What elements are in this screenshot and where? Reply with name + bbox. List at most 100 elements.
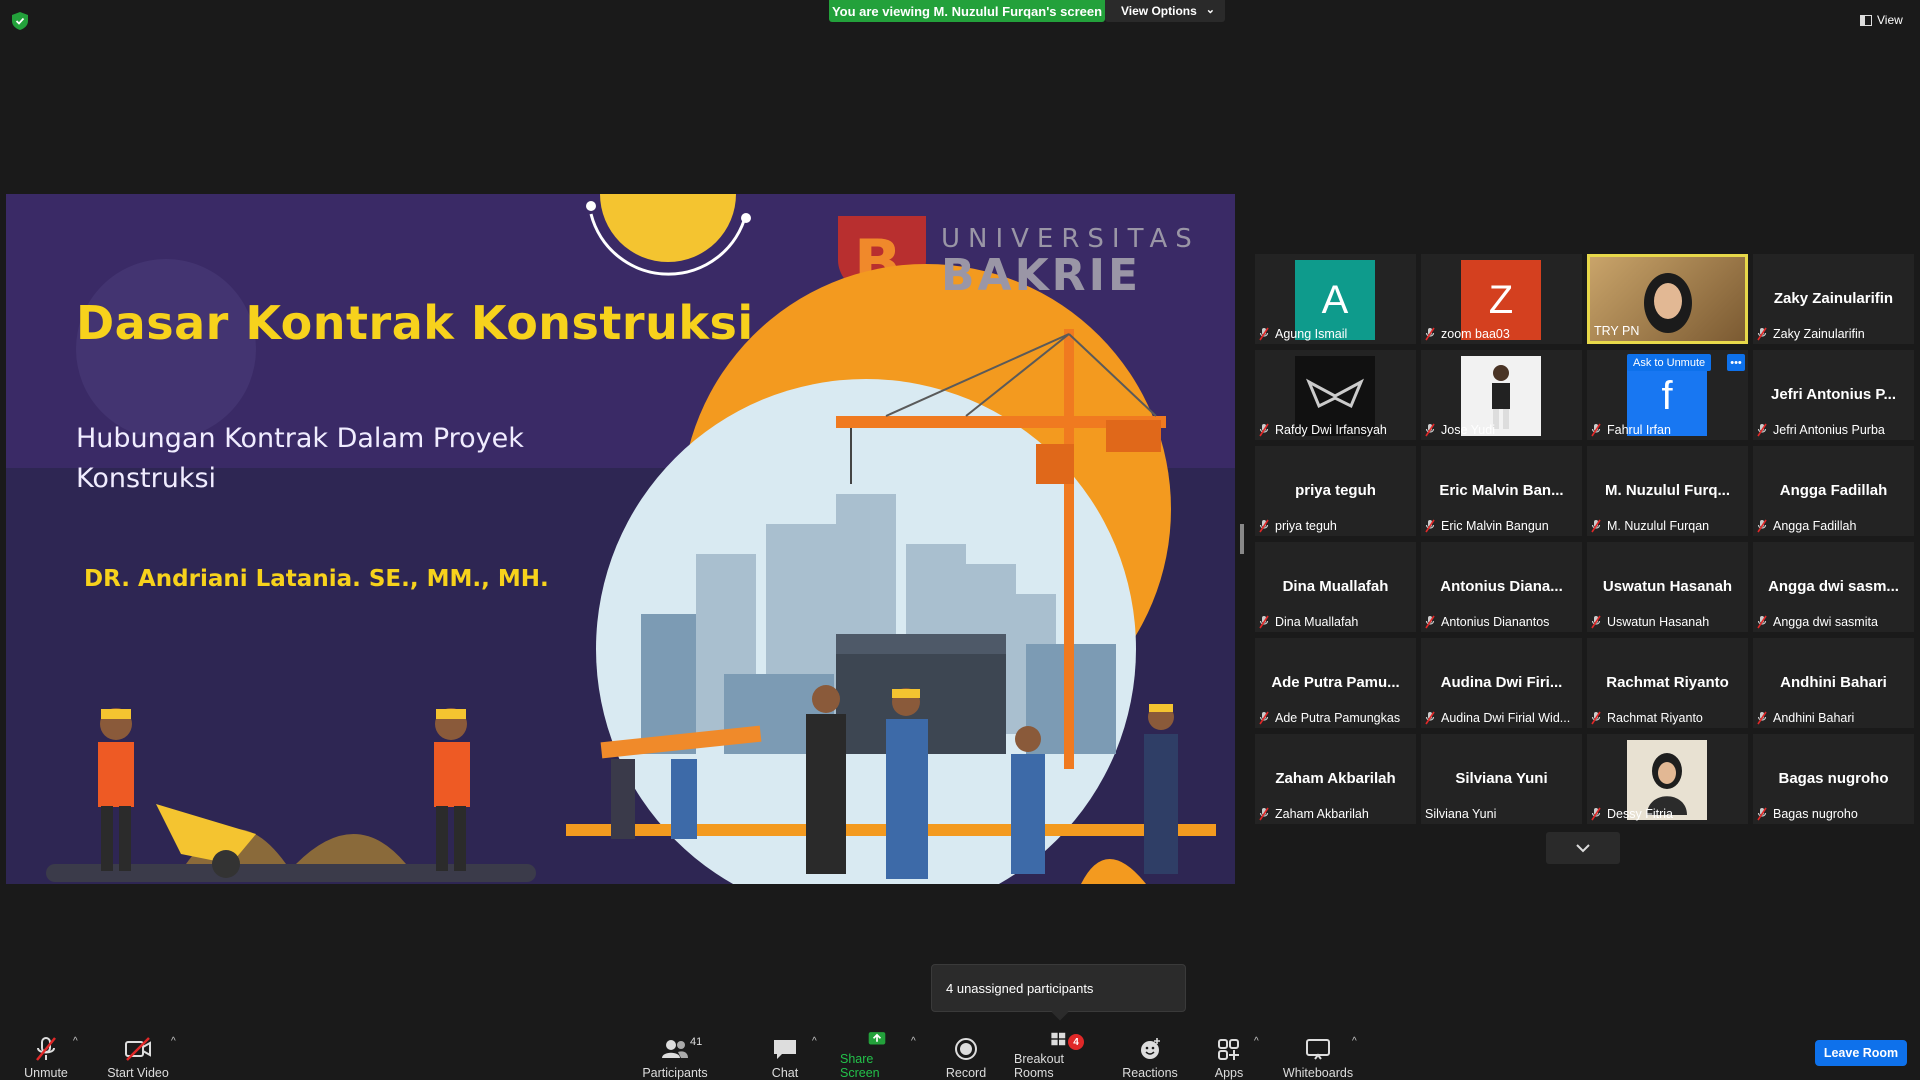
participant-tile[interactable]: Silviana Yuni Silviana Yuni [1421, 734, 1582, 824]
participant-tile[interactable]: Antonius Diana... Antonius Dianantos [1421, 542, 1582, 632]
split-resize-handle[interactable] [1240, 524, 1244, 554]
participant-tile[interactable]: Jefri Antonius P... Jefri Antonius Purba [1753, 350, 1914, 440]
more-options-icon[interactable]: ••• [1727, 354, 1745, 371]
participant-display-name: priya teguh [1295, 482, 1376, 499]
share-options-caret-icon[interactable]: ^ [911, 1036, 916, 1047]
video-options-caret-icon[interactable]: ^ [171, 1036, 176, 1047]
viewing-screen-banner: You are viewing M. Nuzulul Furqan's scre… [829, 0, 1105, 22]
participant-name: Silviana Yuni [1425, 807, 1497, 821]
view-button[interactable]: View [1860, 10, 1910, 30]
muted-mic-icon [1757, 327, 1767, 341]
shared-screen[interactable]: B UNIVERSITAS BAKRIE Dasar Kontrak Konst… [6, 194, 1235, 884]
unassigned-participants-tooltip: 4 unassigned participants [931, 964, 1186, 1021]
participant-display-name: Andhini Bahari [1780, 674, 1887, 691]
ask-to-unmute-button[interactable]: Ask to Unmute [1627, 354, 1712, 371]
muted-mic-icon [1591, 615, 1601, 629]
crane-tower [1064, 329, 1074, 769]
participant-display-name: Audina Dwi Firi... [1440, 674, 1563, 691]
muted-mic-icon [1757, 519, 1767, 533]
participant-name: TRY PN [1594, 324, 1640, 338]
participant-display-name: Silviana Yuni [1455, 770, 1548, 787]
breakout-rooms-button[interactable]: Breakout Rooms [1014, 1030, 1104, 1080]
muted-mic-icon [1591, 519, 1601, 533]
participant-tile[interactable]: Angga Fadillah Angga Fadillah [1753, 446, 1914, 536]
unassigned-text: 4 unassigned participants [946, 980, 1094, 996]
participant-tile[interactable]: Dessy Fitria [1587, 734, 1748, 824]
participant-name-label: Rafdy Dwi Irfansyah [1259, 421, 1387, 439]
participant-name-label: Angga Fadillah [1757, 517, 1856, 535]
chevron-down-icon [1576, 844, 1590, 853]
participant-name: Fahrul Irfan [1607, 423, 1671, 437]
participant-name: Rafdy Dwi Irfansyah [1275, 423, 1387, 437]
apps-options-caret-icon[interactable]: ^ [1254, 1036, 1259, 1047]
participant-tile[interactable]: A Agung Ismail [1255, 254, 1416, 344]
muted-mic-icon [1591, 807, 1601, 821]
record-button[interactable]: Record [946, 1030, 986, 1080]
video-off-icon [125, 1037, 151, 1061]
participant-tile[interactable]: Ade Putra Pamu... Ade Putra Pamungkas [1255, 638, 1416, 728]
reactions-icon [1141, 1038, 1160, 1059]
participant-tile[interactable]: Zaham Akbarilah Zaham Akbarilah [1255, 734, 1416, 824]
chat-button[interactable]: Chat [770, 1030, 800, 1080]
participant-name: Angga dwi sasmita [1773, 615, 1878, 629]
participant-tile[interactable]: Andhini Bahari Andhini Bahari [1753, 638, 1914, 728]
security-shield-icon[interactable] [12, 12, 28, 30]
participant-tile[interactable]: Bagas nugroho Bagas nugroho [1753, 734, 1914, 824]
audio-options-caret-icon[interactable]: ^ [73, 1036, 78, 1047]
participant-name-label: Agung Ismail [1259, 325, 1347, 343]
participant-tile[interactable]: Rachmat Riyanto Rachmat Riyanto [1587, 638, 1748, 728]
participant-name: Eric Malvin Bangun [1441, 519, 1549, 533]
participant-tile[interactable]: Audina Dwi Firi... Audina Dwi Firial Wid.… [1421, 638, 1582, 728]
unmute-button[interactable]: Unmute [18, 1030, 74, 1080]
apps-label: Apps [1214, 1066, 1244, 1080]
participant-tile[interactable]: f Ask to Unmute ••• Fahrul Irfan [1587, 350, 1748, 440]
participant-tile[interactable]: Dina Muallafah Dina Muallafah [1255, 542, 1416, 632]
participant-name-label: Dina Muallafah [1259, 613, 1358, 631]
chat-label: Chat [771, 1066, 799, 1080]
participant-display-name: Rachmat Riyanto [1606, 674, 1729, 691]
participant-tile[interactable]: M. Nuzulul Furq... M. Nuzulul Furqan [1587, 446, 1748, 536]
participant-name-label: Rachmat Riyanto [1591, 709, 1703, 727]
view-options-dropdown[interactable]: View Options ⌄ [1105, 0, 1225, 22]
leave-room-button[interactable]: Leave Room [1815, 1040, 1907, 1066]
participant-display-name: Eric Malvin Ban... [1439, 482, 1564, 499]
participant-tile[interactable]: priya teguh priya teguh [1255, 446, 1416, 536]
share-screen-button[interactable]: Share Screen [840, 1030, 914, 1080]
apps-button[interactable]: Apps [1212, 1030, 1246, 1080]
participant-display-name: Angga dwi sasm... [1768, 578, 1899, 595]
participant-name-label: Silviana Yuni [1425, 805, 1496, 823]
muted-mic-icon [1425, 615, 1435, 629]
gallery-next-page-button[interactable] [1546, 832, 1620, 864]
start-video-button[interactable]: Start Video [104, 1030, 172, 1080]
chat-options-caret-icon[interactable]: ^ [812, 1036, 817, 1047]
participant-display-name: Zaham Akbarilah [1275, 770, 1396, 787]
participant-name-label: Angga dwi sasmita [1757, 613, 1878, 631]
participant-tile[interactable]: Eric Malvin Ban... Eric Malvin Bangun [1421, 446, 1582, 536]
participant-tile[interactable]: Angga dwi sasm... Angga dwi sasmita [1753, 542, 1914, 632]
participant-tile[interactable]: Zzoom baa03 [1421, 254, 1582, 344]
muted-mic-icon [1425, 711, 1435, 725]
share-screen-label: Share Screen [840, 1052, 880, 1080]
participants-icon [662, 1040, 688, 1058]
whiteboards-button[interactable]: Whiteboards [1282, 1030, 1354, 1080]
participant-tile[interactable]: TRY PN [1587, 254, 1748, 344]
reactions-button[interactable]: Reactions [1120, 1030, 1180, 1080]
start-video-label: Start Video [107, 1066, 169, 1080]
participant-display-name: Zaky Zainularifin [1773, 290, 1894, 307]
participant-tile[interactable]: Uswatun Hasanah Uswatun Hasanah [1587, 542, 1748, 632]
muted-mic-icon [1425, 327, 1435, 341]
participant-name: Angga Fadillah [1773, 519, 1857, 533]
participant-name: Antonius Dianantos [1441, 615, 1550, 629]
muted-mic-icon [1259, 327, 1269, 341]
participants-label: Participants [642, 1066, 708, 1080]
participant-tile[interactable]: Rafdy Dwi Irfansyah [1255, 350, 1416, 440]
whiteboards-options-caret-icon[interactable]: ^ [1352, 1036, 1357, 1047]
muted-mic-icon [1757, 423, 1767, 437]
participant-name: Jose Yudi [1441, 423, 1495, 437]
breakout-badge: 4 [1068, 1034, 1084, 1050]
muted-mic-icon [1259, 615, 1269, 629]
view-options-label: View Options [1121, 4, 1197, 18]
participant-tile[interactable]: Jose Yudi [1421, 350, 1582, 440]
participant-name: Zaky Zainularifin [1773, 327, 1865, 341]
participant-tile[interactable]: Zaky Zainularifin Zaky Zainularifin [1753, 254, 1914, 344]
